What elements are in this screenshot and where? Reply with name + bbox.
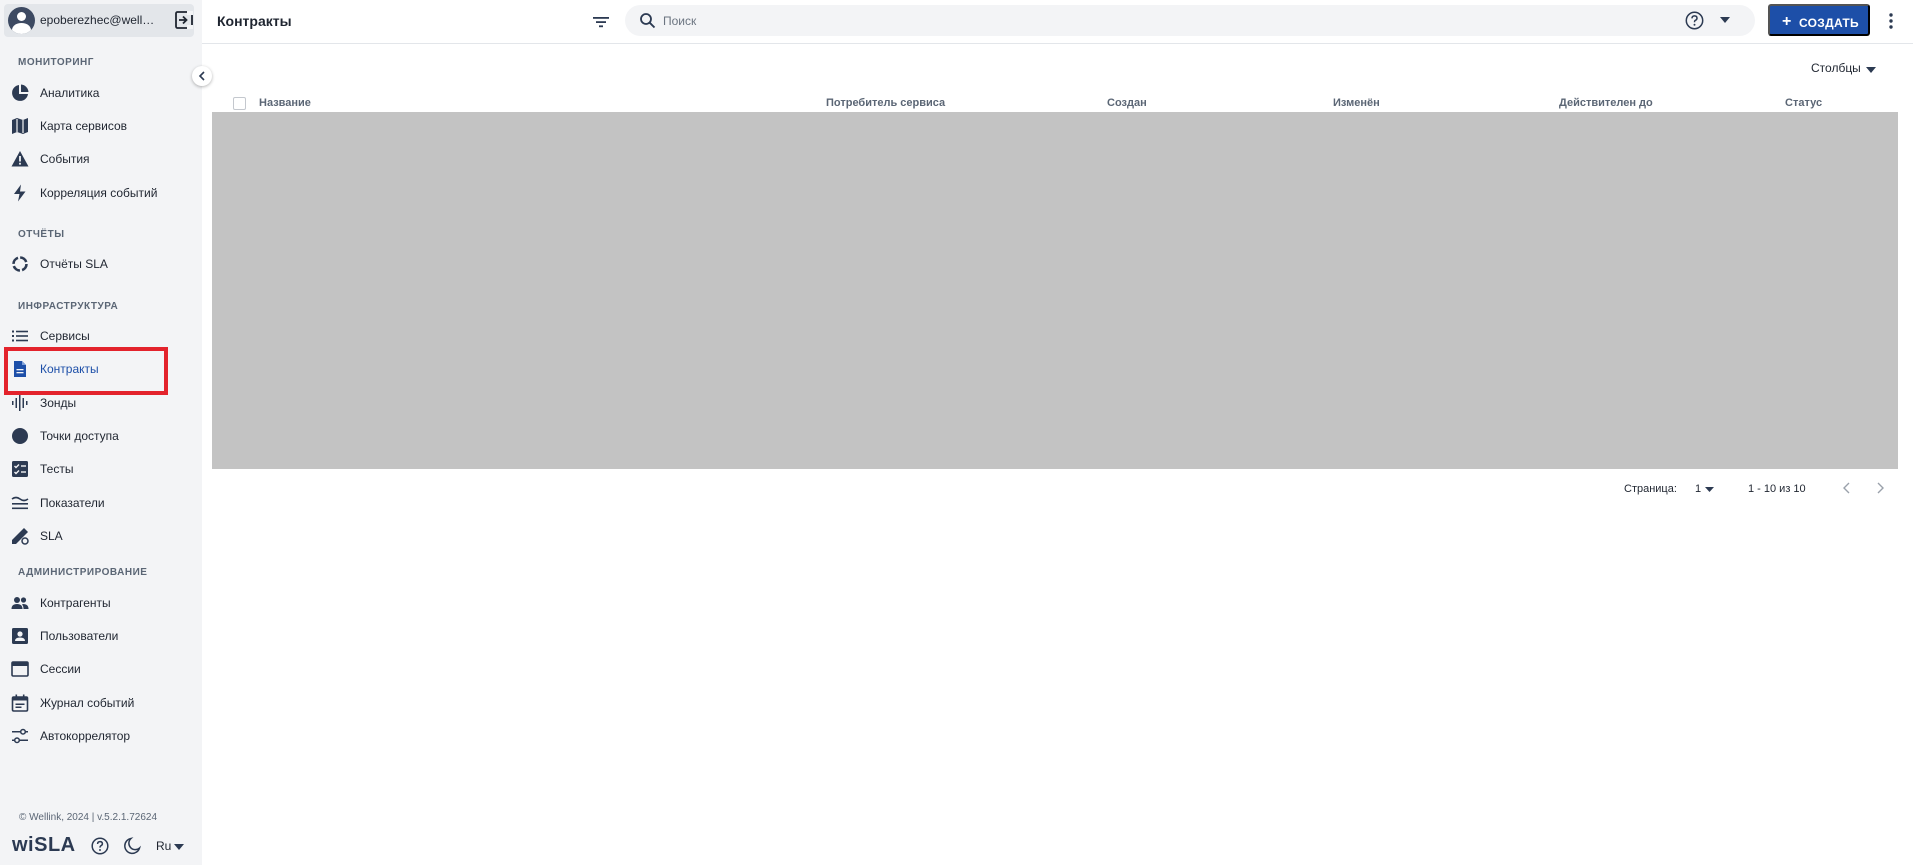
search-icon <box>640 13 656 29</box>
sidebar-item-label: Отчёты SLA <box>40 257 108 271</box>
sidebar-item-label: Показатели <box>40 496 105 510</box>
page-select[interactable]: 1 <box>1695 483 1701 495</box>
chevron-down-icon[interactable] <box>1720 17 1730 23</box>
brand-logo: wiSLA <box>12 834 76 856</box>
sidebar-item-events[interactable]: События <box>5 144 165 174</box>
table-body-redacted <box>212 112 1898 469</box>
page-range: 1 - 10 из 10 <box>1748 483 1806 495</box>
sla-icon <box>12 528 29 545</box>
people-icon <box>11 597 29 609</box>
sidebar: epoberezhec@wellink.ru МОНИТОРИНГ Аналит… <box>0 0 202 865</box>
sidebar-item-tests[interactable]: Тесты <box>5 454 165 484</box>
help-icon[interactable] <box>91 837 109 855</box>
checklist-icon <box>12 461 28 477</box>
section-title-administration: АДМИНИСТРИРОВАНИЕ <box>18 567 148 578</box>
user-menu[interactable]: epoberezhec@wellink.ru <box>4 4 194 37</box>
page-title: Контракты <box>217 13 292 29</box>
sidebar-item-metrics[interactable]: Показатели <box>5 488 165 518</box>
column-header-status[interactable]: Статус <box>1785 97 1822 109</box>
probe-icon <box>12 395 28 411</box>
create-button[interactable]: + СОЗДАТЬ <box>1768 4 1870 36</box>
chevron-left-icon <box>198 71 205 81</box>
user-row: epoberezhec@wellink.ru <box>0 0 202 40</box>
metrics-icon <box>11 496 29 510</box>
column-header-modified[interactable]: Изменён <box>1333 97 1380 109</box>
sidebar-item-label: Зонды <box>40 396 77 410</box>
chevron-down-icon[interactable] <box>1866 67 1876 73</box>
bolt-icon <box>14 184 26 202</box>
chevron-right-icon[interactable] <box>1873 481 1887 495</box>
column-header-name[interactable]: Название <box>259 97 311 109</box>
sidebar-item-label: События <box>40 152 90 166</box>
collapse-sidebar-button[interactable] <box>192 66 212 86</box>
sidebar-item-sessions[interactable]: Сессии <box>5 654 165 684</box>
chevron-left-icon[interactable] <box>1840 481 1854 495</box>
help-icon[interactable] <box>1685 11 1704 30</box>
search-bar <box>625 5 1755 36</box>
sidebar-item-event-log[interactable]: Журнал событий <box>5 688 165 718</box>
top-bar: Контракты + СОЗДАТЬ <box>202 0 1913 44</box>
logout-icon[interactable] <box>174 10 194 30</box>
avatar-icon <box>8 7 35 34</box>
more-vertical-icon[interactable] <box>1888 12 1894 30</box>
sidebar-item-autocorrelator[interactable]: Автокоррелятор <box>5 721 165 751</box>
sidebar-item-access-points[interactable]: Точки доступа <box>5 421 165 451</box>
sidebar-item-event-correlation[interactable]: Корреляция событий <box>5 178 165 208</box>
sidebar-item-service-map[interactable]: Карта сервисов <box>5 111 165 141</box>
sidebar-item-label: Точки доступа <box>40 429 119 443</box>
columns-button[interactable]: Столбцы <box>1811 61 1861 75</box>
chevron-down-icon[interactable] <box>1705 487 1714 492</box>
sliders-icon <box>12 728 28 744</box>
plus-icon: + <box>1782 13 1792 30</box>
column-header-consumer[interactable]: Потребитель сервиса <box>826 97 945 109</box>
pie-chart-icon <box>12 84 29 101</box>
sidebar-item-label: Сессии <box>40 662 81 676</box>
sidebar-item-label: Корреляция событий <box>40 186 158 200</box>
language-select[interactable]: Ru <box>156 839 171 853</box>
sidebar-item-label: Карта сервисов <box>40 119 128 133</box>
highlight-box <box>4 347 168 395</box>
sidebar-item-label: SLA <box>40 529 63 543</box>
sidebar-item-label: Тесты <box>40 462 74 476</box>
chevron-down-icon[interactable] <box>174 844 184 850</box>
user-card-icon <box>12 628 28 644</box>
list-icon <box>12 330 28 342</box>
filter-icon[interactable] <box>590 11 612 33</box>
sidebar-item-label: Автокоррелятор <box>40 729 131 743</box>
window-icon <box>11 661 29 677</box>
sidebar-item-label: Сервисы <box>40 329 90 343</box>
sidebar-item-sla-reports[interactable]: Отчёты SLA <box>5 249 165 279</box>
sidebar-item-counterparties[interactable]: Контрагенты <box>5 588 165 618</box>
search-input[interactable] <box>663 11 1563 31</box>
section-title-infrastructure: ИНФРАСТРУКТУРА <box>18 301 119 312</box>
sidebar-item-label: Контрагенты <box>40 596 111 610</box>
page-label: Страница: <box>1624 483 1677 495</box>
warning-icon <box>11 151 29 167</box>
user-name: epoberezhec@wellink.ru <box>40 13 155 27</box>
create-button-label: СОЗДАТЬ <box>1799 16 1859 30</box>
column-header-created[interactable]: Создан <box>1107 97 1147 109</box>
sidebar-item-analytics[interactable]: Аналитика <box>5 78 165 108</box>
donut-icon <box>12 256 28 272</box>
moon-icon[interactable] <box>123 837 141 855</box>
sidebar-item-sla[interactable]: SLA <box>5 521 165 551</box>
select-all-checkbox[interactable] <box>233 97 246 110</box>
column-header-valid-until[interactable]: Действителен до <box>1559 97 1653 109</box>
sidebar-item-label: Журнал событий <box>40 696 135 710</box>
circle-icon <box>12 428 28 444</box>
map-icon <box>12 118 28 134</box>
sidebar-item-label: Аналитика <box>40 86 100 100</box>
section-title-monitoring: МОНИТОРИНГ <box>18 57 94 68</box>
table-header: Название Потребитель сервиса Создан Изме… <box>212 94 1898 112</box>
copyright: © Wellink, 2024 | v.5.2.1.72624 <box>19 812 158 823</box>
sidebar-item-label: Пользователи <box>40 629 119 643</box>
sidebar-item-users[interactable]: Пользователи <box>5 621 165 651</box>
calendar-icon <box>11 694 29 712</box>
section-title-reports: ОТЧЁТЫ <box>18 229 65 240</box>
